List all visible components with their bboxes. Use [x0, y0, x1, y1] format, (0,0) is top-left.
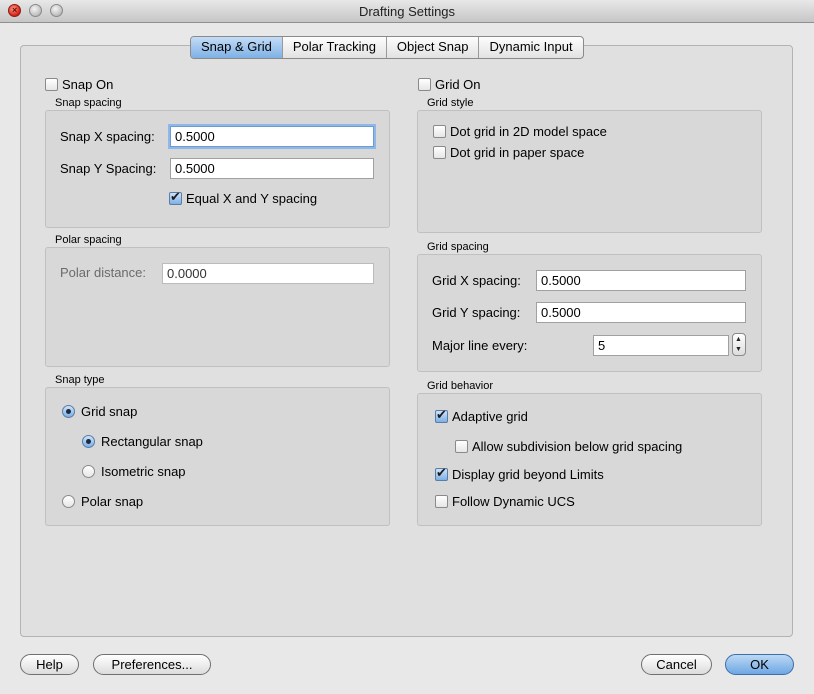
- polar-snap-label: Polar snap: [81, 494, 144, 509]
- tab-bar: Snap & Grid Polar Tracking Object Snap D…: [190, 36, 584, 59]
- major-line-label: Major line every:: [432, 338, 528, 353]
- tab-dynamic-input[interactable]: Dynamic Input: [479, 37, 582, 58]
- snap-on-checkbox[interactable]: [45, 78, 58, 91]
- rectangular-snap-radio[interactable]: [82, 435, 95, 448]
- dot-grid-paper-checkbox[interactable]: [433, 146, 446, 159]
- major-line-input[interactable]: [593, 335, 729, 356]
- rectangular-snap-label: Rectangular snap: [101, 434, 203, 449]
- adaptive-grid-label: Adaptive grid: [452, 409, 528, 424]
- polar-distance-input[interactable]: [162, 263, 374, 284]
- title-bar: × Drafting Settings: [0, 0, 814, 23]
- ok-button[interactable]: OK: [725, 654, 794, 675]
- snap-x-label: Snap X spacing:: [60, 129, 155, 144]
- grid-on-checkbox[interactable]: [418, 78, 431, 91]
- grid-on-label: Grid On: [435, 77, 481, 92]
- dot-grid-model-checkbox[interactable]: [433, 125, 446, 138]
- equal-spacing-label: Equal X and Y spacing: [186, 191, 318, 206]
- snap-x-input[interactable]: [170, 126, 374, 147]
- snap-y-input[interactable]: [170, 158, 374, 179]
- dot-grid-paper-label: Dot grid in paper space: [450, 145, 585, 160]
- major-line-stepper[interactable]: ▲ ▼: [732, 333, 746, 356]
- snap-type-title: Snap type: [55, 374, 105, 386]
- grid-snap-radio[interactable]: [62, 405, 75, 418]
- cancel-button[interactable]: Cancel: [641, 654, 712, 675]
- allow-subdivision-label: Allow subdivision below grid spacing: [472, 439, 683, 454]
- adaptive-grid-checkbox[interactable]: [435, 407, 448, 423]
- follow-dynamic-ucs-checkbox[interactable]: [435, 495, 448, 508]
- grid-x-label: Grid X spacing:: [432, 273, 521, 288]
- snap-spacing-title: Snap spacing: [55, 97, 122, 109]
- stepper-up-icon[interactable]: ▲: [735, 336, 742, 343]
- grid-x-input[interactable]: [536, 270, 746, 291]
- polar-distance-label: Polar distance:: [60, 265, 146, 280]
- grid-style-title: Grid style: [427, 97, 474, 109]
- snap-y-label: Snap Y Spacing:: [60, 161, 157, 176]
- isometric-snap-label: Isometric snap: [101, 464, 186, 479]
- display-beyond-limits-checkbox[interactable]: [435, 465, 448, 481]
- grid-behavior-title: Grid behavior: [427, 380, 494, 392]
- grid-y-input[interactable]: [536, 302, 746, 323]
- dot-grid-model-label: Dot grid in 2D model space: [450, 124, 607, 139]
- help-button[interactable]: Help: [20, 654, 79, 675]
- equal-spacing-checkbox[interactable]: [169, 189, 182, 205]
- preferences-button[interactable]: Preferences...: [93, 654, 211, 675]
- tab-object-snap[interactable]: Object Snap: [387, 37, 480, 58]
- window-title: Drafting Settings: [358, 4, 456, 19]
- polar-snap-radio[interactable]: [62, 495, 75, 508]
- tab-polar-tracking[interactable]: Polar Tracking: [283, 37, 387, 58]
- snap-on-label: Snap On: [62, 77, 114, 92]
- grid-snap-label: Grid snap: [81, 404, 138, 419]
- grid-spacing-title: Grid spacing: [427, 241, 489, 253]
- display-beyond-limits-label: Display grid beyond Limits: [452, 467, 604, 482]
- grid-y-label: Grid Y spacing:: [432, 305, 521, 320]
- follow-dynamic-ucs-label: Follow Dynamic UCS: [452, 494, 575, 509]
- tab-snap-and-grid[interactable]: Snap & Grid: [191, 37, 283, 58]
- stepper-down-icon[interactable]: ▼: [735, 346, 742, 353]
- allow-subdivision-checkbox[interactable]: [455, 440, 468, 453]
- isometric-snap-radio[interactable]: [82, 465, 95, 478]
- polar-spacing-title: Polar spacing: [55, 234, 122, 246]
